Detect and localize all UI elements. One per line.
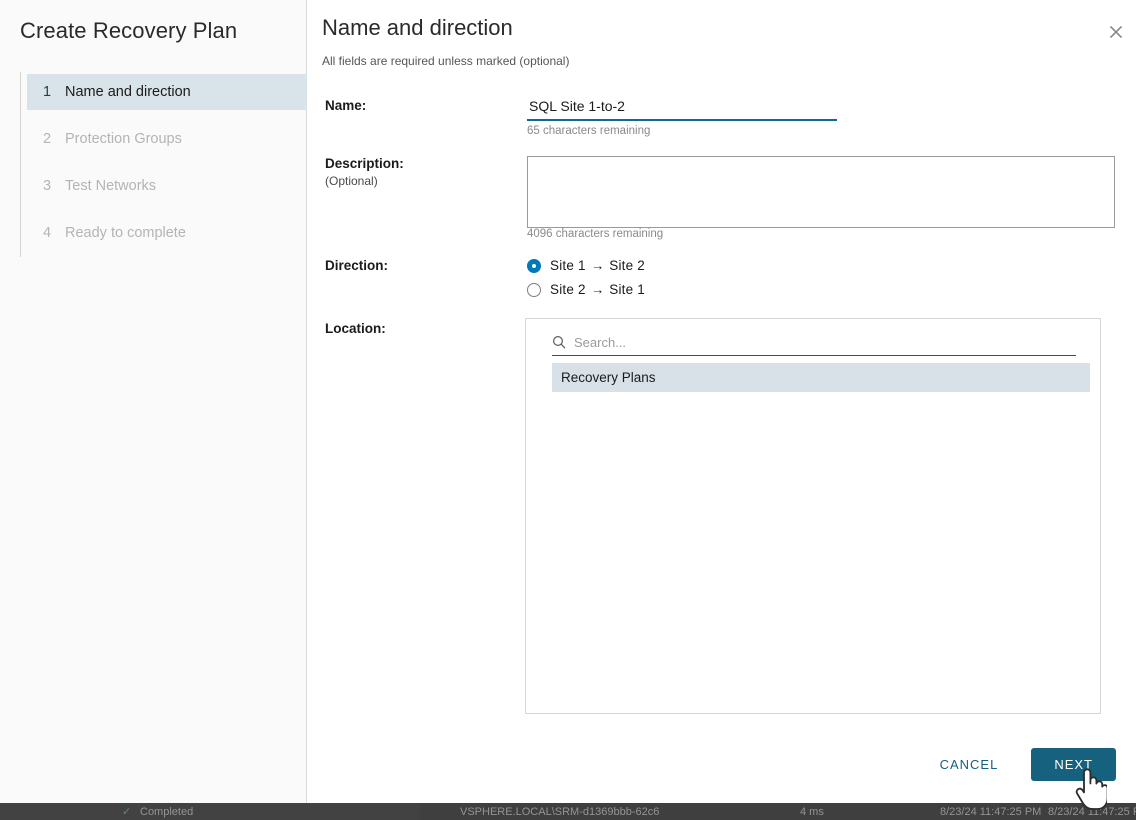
create-recovery-plan-wizard: Create Recovery Plan 1 Name and directio… — [0, 0, 1136, 803]
cancel-button[interactable]: CANCEL — [923, 748, 1016, 781]
location-search-input[interactable] — [574, 335, 1076, 350]
direction-label: Direction: — [325, 258, 515, 273]
step-number: 3 — [43, 178, 65, 194]
step-label: Protection Groups — [65, 131, 182, 147]
sidebar-step-test-networks[interactable]: 3 Test Networks — [27, 168, 307, 204]
description-textarea[interactable] — [527, 156, 1115, 228]
close-icon[interactable] — [1104, 20, 1128, 44]
task-completed-icon: ✓ — [122, 805, 131, 818]
direction-option-from: Site 2 — [550, 282, 586, 297]
next-button[interactable]: NEXT — [1031, 748, 1116, 781]
task-start-time: 8/23/24 11:47:25 PM — [940, 806, 1041, 818]
page-title: Name and direction — [322, 15, 513, 41]
location-picker-panel: Recovery Plans — [525, 318, 1101, 714]
taskbar-left-column — [0, 803, 420, 820]
wizard-title: Create Recovery Plan — [20, 18, 237, 44]
radio-unselected-icon[interactable] — [527, 283, 541, 297]
direction-option-to: Site 1 — [609, 282, 645, 297]
direction-option-site2-to-site1[interactable]: Site 2 → Site 1 — [527, 282, 645, 297]
location-tree: Recovery Plans — [552, 363, 1090, 392]
step-label: Name and direction — [65, 84, 191, 100]
description-helper-text: 4096 characters remaining — [527, 228, 663, 240]
step-rail-divider — [20, 72, 21, 257]
task-initiator: VSPHERE.LOCAL\SRM-d1369bbb-62c6 — [460, 806, 659, 818]
step-number: 2 — [43, 131, 65, 147]
name-input[interactable] — [527, 96, 837, 121]
name-label: Name: — [325, 98, 515, 113]
description-label: Description: — [325, 156, 515, 171]
wizard-sidebar: Create Recovery Plan 1 Name and directio… — [0, 0, 307, 803]
wizard-footer: CANCEL NEXT — [923, 748, 1116, 781]
step-label: Ready to complete — [65, 225, 186, 241]
arrow-right-icon: → — [586, 258, 610, 273]
direction-option-from: Site 1 — [550, 258, 586, 273]
location-search-row[interactable] — [552, 329, 1076, 356]
background-task-bar: ✓ Completed VSPHERE.LOCAL\SRM-d1369bbb-6… — [0, 803, 1136, 820]
search-icon — [552, 335, 566, 349]
wizard-step-list: 1 Name and direction 2 Protection Groups… — [27, 74, 307, 262]
tree-item-label: Recovery Plans — [561, 370, 656, 385]
name-helper-text: 65 characters remaining — [527, 125, 650, 137]
radio-selected-icon[interactable] — [527, 259, 541, 273]
page-subtitle: All fields are required unless marked (o… — [322, 54, 569, 68]
sidebar-step-protection-groups[interactable]: 2 Protection Groups — [27, 121, 307, 157]
direction-option-site1-to-site2[interactable]: Site 1 → Site 2 — [527, 258, 645, 273]
location-label: Location: — [325, 321, 515, 336]
task-status: Completed — [140, 806, 193, 818]
task-complete-time: 8/23/24 11:47:25 PM — [1048, 806, 1136, 818]
list-item[interactable]: Recovery Plans — [552, 363, 1090, 392]
sidebar-step-ready-to-complete[interactable]: 4 Ready to complete — [27, 215, 307, 251]
step-number: 1 — [43, 84, 65, 100]
wizard-content: Name and direction All fields are requir… — [307, 0, 1136, 803]
arrow-right-icon: → — [586, 282, 610, 297]
task-duration: 4 ms — [800, 806, 824, 818]
step-number: 4 — [43, 225, 65, 241]
direction-option-to: Site 2 — [609, 258, 645, 273]
sidebar-step-name-and-direction[interactable]: 1 Name and direction — [27, 74, 307, 110]
description-optional-label: (Optional) — [325, 174, 378, 188]
step-label: Test Networks — [65, 178, 156, 194]
